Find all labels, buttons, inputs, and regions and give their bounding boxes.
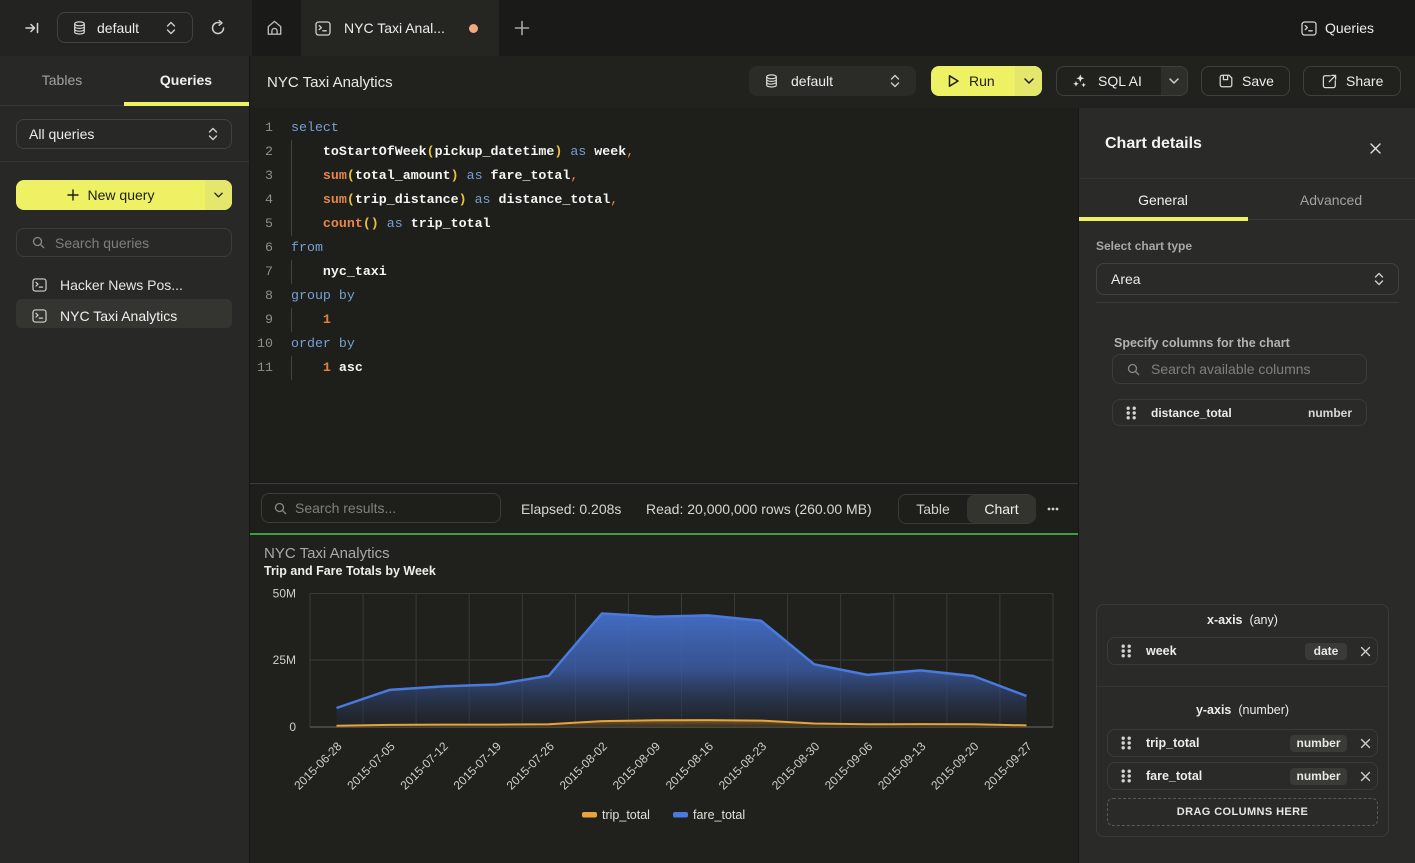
svg-text:2015-07-19: 2015-07-19 bbox=[451, 739, 505, 793]
svg-text:2015-07-26: 2015-07-26 bbox=[504, 739, 558, 793]
svg-text:2015-07-05: 2015-07-05 bbox=[344, 739, 398, 793]
svg-text:2015-08-23: 2015-08-23 bbox=[716, 739, 770, 793]
svg-text:2015-09-27: 2015-09-27 bbox=[981, 739, 1035, 793]
svg-text:2015-08-09: 2015-08-09 bbox=[610, 739, 664, 793]
svg-text:trip_total: trip_total bbox=[602, 808, 650, 822]
svg-text:2015-09-13: 2015-09-13 bbox=[875, 739, 929, 793]
svg-text:2015-08-02: 2015-08-02 bbox=[557, 739, 611, 793]
svg-text:0: 0 bbox=[289, 720, 296, 734]
svg-text:2015-09-20: 2015-09-20 bbox=[928, 739, 982, 793]
svg-text:2015-08-16: 2015-08-16 bbox=[663, 739, 717, 793]
svg-text:2015-06-28: 2015-06-28 bbox=[291, 739, 345, 793]
svg-text:50M: 50M bbox=[273, 587, 296, 601]
svg-text:2015-09-06: 2015-09-06 bbox=[822, 739, 876, 793]
svg-text:fare_total: fare_total bbox=[693, 808, 745, 822]
svg-text:2015-07-12: 2015-07-12 bbox=[398, 739, 452, 793]
svg-text:2015-08-30: 2015-08-30 bbox=[769, 739, 823, 793]
svg-text:25M: 25M bbox=[273, 653, 296, 667]
